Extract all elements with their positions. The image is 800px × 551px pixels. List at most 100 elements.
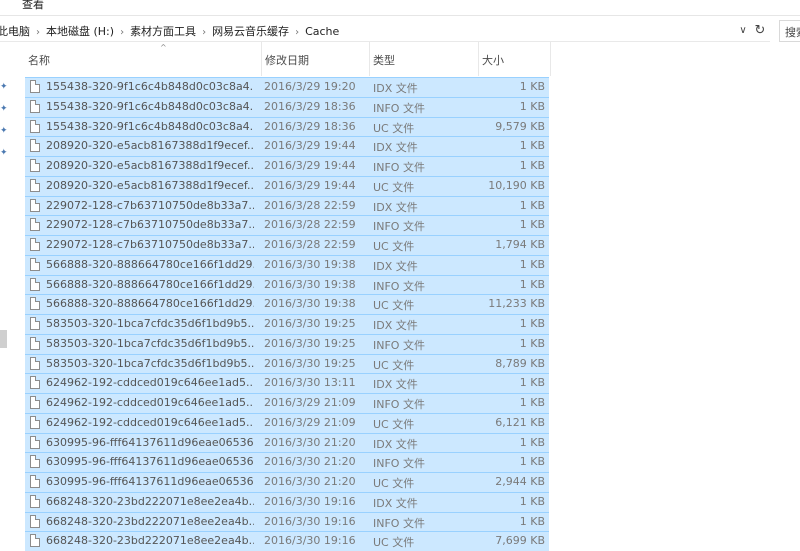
refresh-icon[interactable]: ↻ (752, 23, 768, 39)
file-row[interactable]: 229072-128-c7b63710750de8b33a7... 2016/3/… (25, 235, 549, 255)
file-row[interactable]: 229072-128-c7b63710750de8b33a7... 2016/3/… (25, 195, 549, 216)
file-date: 2016/3/29 21:09 (264, 415, 356, 429)
file-icon (30, 159, 40, 172)
file-icon (30, 475, 40, 488)
search-input[interactable]: 搜索 (779, 20, 800, 42)
file-row[interactable]: 630995-96-fff64137611d96eae06536... 2016/… (25, 472, 549, 492)
file-name: 229072-128-c7b63710750de8b33a7... (46, 218, 254, 232)
navigation-pane[interactable]: ✦ ✦ ✦ ✦ (0, 42, 22, 541)
column-header-label: 名称 (28, 54, 50, 67)
file-row[interactable]: 208920-320-e5acb8167388d1f9ecef... 2016/3… (25, 156, 549, 176)
file-date: 2016/3/29 21:09 (264, 396, 356, 409)
file-size: 1 KB (519, 277, 545, 291)
file-icon (30, 139, 40, 153)
file-date: 2016/3/30 19:25 (264, 356, 356, 370)
file-row[interactable]: 566888-320-888664780ce166f1dd29... 2016/3… (25, 294, 549, 314)
column-header-date[interactable]: 修改日期 (261, 42, 370, 76)
file-row[interactable]: 566888-320-888664780ce166f1dd29... 2016/3… (25, 274, 549, 295)
file-name: 624962-192-cddced019c646ee1ad5... (46, 415, 254, 429)
file-row[interactable]: 583503-320-1bca7cfdc35d6f1bd9b5... 2016/3… (25, 333, 549, 354)
file-row[interactable]: 624962-192-cddced019c646ee1ad5... 2016/3/… (25, 393, 549, 413)
pin-icon[interactable]: ✦ (0, 104, 8, 114)
file-name: 155438-320-9f1c6c4b848d0c03c8a4... (46, 119, 254, 133)
file-type: UC 文件 (373, 180, 415, 194)
file-name: 208920-320-e5acb8167388d1f9ecef... (46, 139, 254, 153)
file-name: 624962-192-cddced019c646ee1ad5... (46, 376, 254, 390)
file-icon (30, 336, 40, 350)
file-type: UC 文件 (373, 358, 415, 372)
search-placeholder: 搜索 (785, 26, 800, 39)
chevron-right-icon[interactable]: › (295, 27, 299, 38)
nav-scrollbar-thumb[interactable] (0, 330, 7, 348)
file-date: 2016/3/30 21:20 (264, 475, 356, 488)
file-name: 229072-128-c7b63710750de8b33a7... (46, 198, 254, 212)
column-header-size[interactable]: 大小 (478, 42, 551, 76)
breadcrumb-this-pc[interactable]: 此电脑 (0, 23, 30, 39)
file-date: 2016/3/30 19:38 (264, 297, 356, 311)
file-type: INFO 文件 (373, 279, 425, 293)
column-header-name[interactable]: ^ 名称 (24, 42, 262, 76)
file-icon (30, 238, 40, 251)
chevron-right-icon[interactable]: › (36, 27, 40, 38)
file-icon (30, 99, 40, 113)
file-row[interactable]: 208920-320-e5acb8167388d1f9ecef... 2016/3… (25, 175, 549, 196)
file-date: 2016/3/30 21:20 (264, 455, 356, 469)
chevron-right-icon[interactable]: › (202, 27, 206, 38)
file-size: 11,233 KB (488, 297, 545, 311)
file-name: 583503-320-1bca7cfdc35d6f1bd9b5... (46, 336, 254, 350)
address-bar[interactable]: 此电脑 › 本地磁盘 (H:) › 素材方面工具 › 网易云音乐缓存 › Cache (0, 20, 770, 42)
file-icon (30, 455, 40, 469)
file-size: 2,944 KB (495, 475, 545, 488)
file-date: 2016/3/30 19:16 (264, 494, 356, 508)
file-row[interactable]: 668248-320-23bd222071e8ee2ea4b... 2016/3/… (25, 491, 549, 512)
file-date: 2016/3/30 19:38 (264, 277, 356, 291)
file-size: 9,579 KB (495, 119, 545, 133)
file-row[interactable]: 229072-128-c7b63710750de8b33a7... 2016/3/… (25, 215, 549, 235)
file-row[interactable]: 630995-96-fff64137611d96eae06536... 2016/… (25, 452, 549, 472)
ribbon-tab-view[interactable]: 查看 (22, 0, 44, 12)
file-name: 624962-192-cddced019c646ee1ad5... (46, 396, 254, 409)
file-type: IDX 文件 (373, 200, 418, 214)
file-icon (30, 494, 40, 508)
pin-icon[interactable]: ✦ (0, 148, 8, 158)
file-row[interactable]: 583503-320-1bca7cfdc35d6f1bd9b5... 2016/3… (25, 353, 549, 374)
sort-ascending-icon: ^ (160, 43, 167, 52)
chevron-right-icon[interactable]: › (120, 27, 124, 38)
file-row[interactable]: 668248-320-23bd222071e8ee2ea4b... 2016/3/… (25, 511, 549, 532)
file-size: 1 KB (519, 80, 545, 93)
file-type: UC 文件 (373, 299, 415, 313)
file-row[interactable]: 155438-320-9f1c6c4b848d0c03c8a4... 2016/3… (25, 77, 549, 97)
file-row[interactable]: 624962-192-cddced019c646ee1ad5... 2016/3/… (25, 373, 549, 393)
file-size: 6,121 KB (495, 415, 545, 429)
file-row[interactable]: 155438-320-9f1c6c4b848d0c03c8a4... 2016/3… (25, 116, 549, 137)
breadcrumb-tools[interactable]: 素材方面工具 (130, 23, 196, 39)
file-type: IDX 文件 (373, 437, 418, 451)
file-type: IDX 文件 (373, 496, 418, 510)
file-row[interactable]: 566888-320-888664780ce166f1dd29... 2016/3… (25, 254, 549, 275)
file-row[interactable]: 155438-320-9f1c6c4b848d0c03c8a4... 2016/3… (25, 96, 549, 117)
file-size: 1 KB (519, 376, 545, 390)
column-header-type[interactable]: 类型 (369, 42, 479, 76)
file-type: UC 文件 (373, 121, 415, 135)
file-row[interactable]: 583503-320-1bca7cfdc35d6f1bd9b5... 2016/3… (25, 314, 549, 334)
file-row[interactable]: 630995-96-fff64137611d96eae06536... 2016/… (25, 432, 549, 453)
file-name: 155438-320-9f1c6c4b848d0c03c8a4... (46, 99, 254, 113)
file-name: 668248-320-23bd222071e8ee2ea4b... (46, 514, 254, 528)
breadcrumb-music-cache[interactable]: 网易云音乐缓存 (212, 23, 289, 39)
file-row[interactable]: 668248-320-23bd222071e8ee2ea4b... 2016/3/… (25, 531, 549, 551)
breadcrumb-cache[interactable]: Cache (305, 25, 339, 38)
chevron-down-icon[interactable]: ∨ (736, 24, 750, 38)
file-date: 2016/3/29 18:36 (264, 99, 356, 113)
file-name: 566888-320-888664780ce166f1dd29... (46, 257, 254, 271)
file-type: UC 文件 (373, 240, 415, 253)
file-date: 2016/3/28 22:59 (264, 198, 356, 212)
file-row[interactable]: 624962-192-cddced019c646ee1ad5... 2016/3/… (25, 412, 549, 433)
breadcrumb-drive-h[interactable]: 本地磁盘 (H:) (46, 23, 114, 39)
file-list[interactable]: 155438-320-9f1c6c4b848d0c03c8a4... 2016/3… (25, 77, 549, 551)
pin-icon[interactable]: ✦ (0, 82, 8, 92)
pin-icon[interactable]: ✦ (0, 126, 8, 136)
file-date: 2016/3/30 19:38 (264, 257, 356, 271)
file-type: IDX 文件 (373, 82, 418, 95)
file-row[interactable]: 208920-320-e5acb8167388d1f9ecef... 2016/3… (25, 136, 549, 156)
file-type: IDX 文件 (373, 378, 418, 392)
